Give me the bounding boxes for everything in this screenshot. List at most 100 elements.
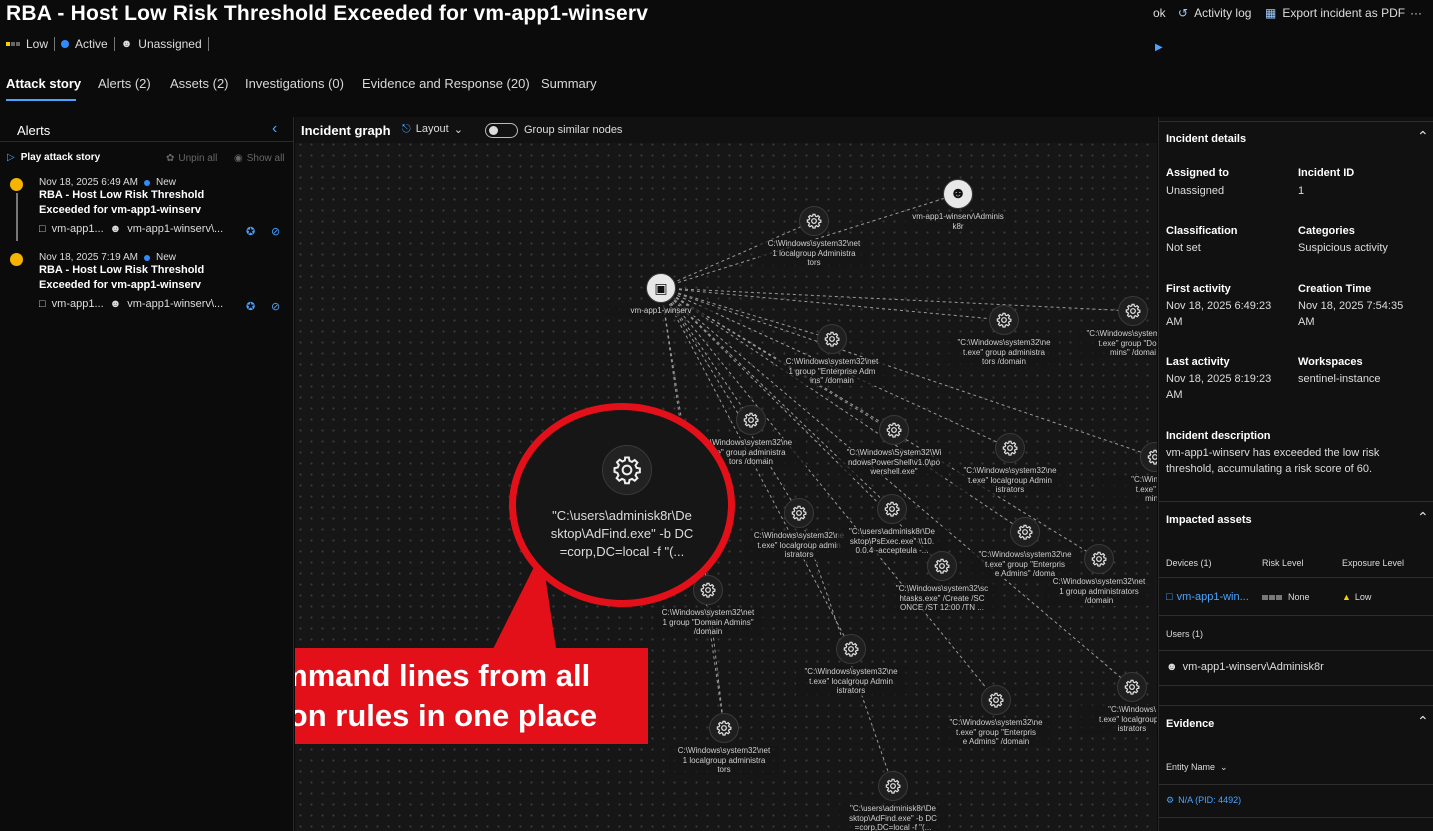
process-gear-icon[interactable] (927, 551, 957, 581)
chevron-up-icon[interactable]: ⌃ (1417, 509, 1429, 526)
zoom-node-label: "C:\users\adminisk8r\De sktop\AdFind.exe… (521, 507, 723, 561)
partial-action[interactable]: ok (1153, 6, 1166, 20)
process-gear-icon[interactable] (1010, 517, 1040, 547)
tab-investigations[interactable]: Investigations (0) (245, 76, 344, 91)
process-gear-icon[interactable] (784, 498, 814, 528)
user-row[interactable]: ☻ vm-app1-winserv\Adminisk8r (1166, 661, 1324, 673)
process-gear-icon[interactable] (879, 415, 909, 445)
callout-line: All command lines from all (295, 658, 591, 693)
node-label-line: "C:\Windows\System32\Wi (846, 448, 942, 457)
process-gear-icon[interactable] (817, 324, 847, 354)
unpin-all-button[interactable]: ✿ Unpin all (166, 153, 217, 164)
user-node-icon[interactable]: ☻ (943, 179, 973, 209)
node-label-line: t.exe" grou (1135, 484, 1157, 494)
node-label-line: t.exe" localgroup Admin (968, 475, 1052, 485)
user-value[interactable]: vm-app1-winserv\Adminisk8r (1183, 661, 1324, 673)
chevron-up-icon[interactable]: ⌃ (1417, 128, 1429, 145)
assigned-label[interactable]: Unassigned (138, 37, 201, 51)
divider (1159, 784, 1433, 785)
process-gear-icon[interactable] (1084, 544, 1114, 574)
chevron-up-icon[interactable]: ⌃ (1417, 713, 1429, 730)
node-label-line: "C:\Windows\system32\sc (895, 584, 989, 593)
alerts-pane: Alerts ‹ ▷ Play attack story ✿ Unpin all … (0, 117, 294, 831)
process-gear-icon[interactable] (981, 685, 1011, 715)
export-pdf-button[interactable]: ▦ Export incident as PDF (1265, 6, 1405, 20)
node-label-line: sktop\AdFind.exe" -b DC (849, 813, 937, 823)
process-gear-icon[interactable] (736, 405, 766, 435)
incident-id-heading: Incident ID (1298, 167, 1355, 179)
alerts-pane-title: Alerts (17, 123, 51, 138)
callout-line: detection rules in one place (295, 698, 598, 733)
expand-arrow-icon[interactable]: ▶ (1155, 42, 1163, 53)
alert-date: Nov 18, 2025 6:49 AM (39, 177, 138, 188)
node-label-line: t.exe" group "Enterpris (985, 559, 1065, 569)
divider (207, 37, 209, 51)
alert-user[interactable]: vm-app1-winserv\... (127, 298, 223, 310)
divider (1159, 685, 1433, 686)
risk-level-cell: None (1262, 592, 1310, 602)
process-gear-icon[interactable] (1140, 442, 1157, 472)
process-gear-icon[interactable] (799, 206, 829, 236)
device-row[interactable]: □ vm-app1-win... (1166, 591, 1249, 603)
device-icon: □ (1166, 591, 1173, 603)
pin-icon[interactable]: ✪ (246, 225, 255, 238)
entity-name-header[interactable]: Entity Name ⌄ (1166, 762, 1228, 773)
process-gear-icon[interactable] (878, 771, 908, 801)
show-all-button[interactable]: ◉ Show all (234, 153, 285, 164)
zoom-label-line: "C:\users\adminisk8r\De (552, 508, 692, 523)
alert-device[interactable]: vm-app1... (52, 298, 104, 310)
alert-date: Nov 18, 2025 7:19 AM (39, 252, 138, 263)
incident-details-title: Incident details (1166, 133, 1247, 145)
incident-id-value: 1 (1298, 185, 1305, 197)
incident-graph[interactable]: Incident graph ⎋ Layout ⌄ Group similar … (295, 117, 1157, 831)
node-label: "C:\Windows\t.exe" localgroup aistrators (1077, 705, 1157, 734)
node-label-line: C:\Windows\system32\net (1052, 577, 1146, 586)
assigned-value[interactable]: Unassigned (1166, 183, 1229, 199)
evidence-link[interactable]: N/A (PID: 4492) (1178, 795, 1241, 806)
device-link[interactable]: vm-app1-win... (1177, 591, 1249, 603)
node-label: "C:\Windows\t.exe" groumins" (1100, 475, 1157, 504)
alert-device[interactable]: vm-app1... (52, 223, 104, 235)
tab-evidence-response[interactable]: Evidence and Response (20) (362, 76, 530, 91)
collapse-pane-icon[interactable]: ‹ (272, 120, 277, 138)
more-options-button[interactable]: ··· (1410, 6, 1422, 20)
process-gear-icon[interactable] (877, 494, 907, 524)
play-attack-story-button[interactable]: ▷ Play attack story (7, 152, 100, 163)
exposure-level-cell: ▲ Low (1342, 592, 1371, 602)
evidence-title: Evidence (1166, 718, 1215, 730)
activity-log-label: Activity log (1194, 6, 1252, 20)
process-gear-icon[interactable] (995, 433, 1025, 463)
node-label-line: wershell.exe" (870, 467, 918, 476)
classification-value[interactable]: Not set (1166, 240, 1238, 256)
hide-icon[interactable]: ⊘ (271, 225, 280, 238)
timeline-line (16, 193, 18, 241)
last-activity-heading: Last activity (1166, 356, 1230, 368)
warning-icon: ▲ (1342, 592, 1351, 602)
evidence-row[interactable]: ⚙ N/A (PID: 4492) (1166, 795, 1241, 806)
alert-user[interactable]: vm-app1-winserv\... (127, 223, 223, 235)
node-label-line: tors /domain (981, 357, 1027, 366)
tab-assets[interactable]: Assets (2) (170, 76, 229, 91)
process-gear-icon[interactable] (989, 305, 1019, 335)
hide-icon[interactable]: ⊘ (271, 300, 280, 313)
activity-log-button[interactable]: ↺ Activity log (1178, 6, 1251, 20)
process-gear-icon[interactable] (1117, 672, 1147, 702)
pdf-icon: ▦ (1265, 6, 1277, 20)
person-icon: ☻ (120, 38, 133, 50)
exposure-level-value: Low (1354, 592, 1372, 602)
node-label-line: tors (717, 765, 731, 774)
devices-heading: Devices (1) (1166, 558, 1212, 568)
pin-icon[interactable]: ✪ (246, 300, 255, 313)
process-gear-icon[interactable] (1118, 296, 1148, 326)
last-activity-value: Nov 18, 2025 8:19:23 (1166, 373, 1272, 385)
tab-summary[interactable]: Summary (541, 76, 597, 91)
exposure-level-heading: Exposure Level (1342, 558, 1405, 568)
node-label-line: "C:\Windows\system32\ne (949, 718, 1043, 727)
process-gear-icon[interactable] (709, 713, 739, 743)
divider (113, 37, 115, 51)
host-node-icon[interactable]: ▣ (646, 273, 676, 303)
process-gear-icon[interactable] (836, 634, 866, 664)
tab-alerts[interactable]: Alerts (2) (98, 76, 151, 91)
gear-icon[interactable] (602, 445, 652, 495)
tab-attack-story[interactable]: Attack story (6, 76, 81, 91)
